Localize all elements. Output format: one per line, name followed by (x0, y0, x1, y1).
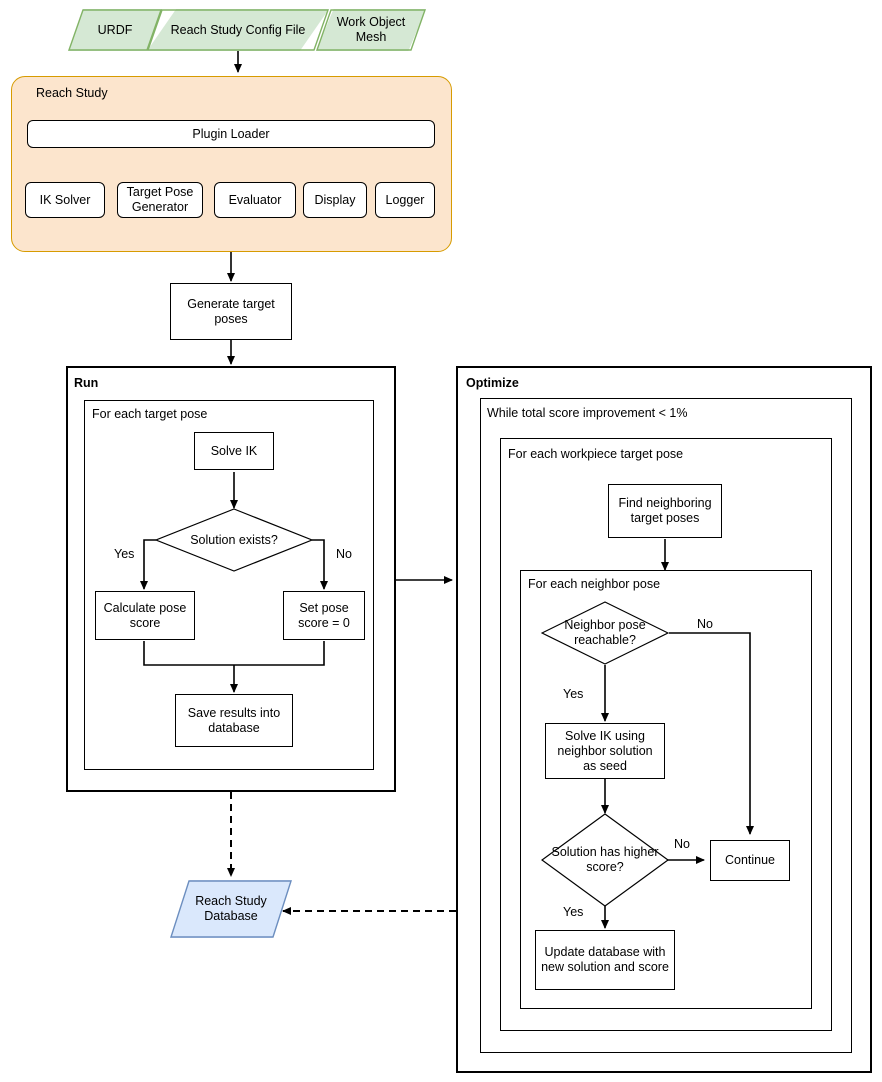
solve-ik-box[interactable]: Solve IK (194, 432, 274, 470)
solution-higher-score-yes-label: Yes (563, 905, 584, 919)
neighbor-reachable-label: Neighbor pose reachable? (564, 618, 646, 647)
solution-exists-diamond[interactable]: Solution exists? (155, 508, 313, 572)
plugin-ik-solver-label: IK Solver (39, 192, 91, 207)
reach-study-group-label: Reach Study (36, 86, 108, 100)
plugin-loader-label: Plugin Loader (192, 126, 270, 141)
generate-target-poses-label: Generate target poses (187, 296, 275, 326)
plugin-logger-label: Logger (385, 192, 425, 207)
neighbor-reachable-yes-label: Yes (563, 687, 584, 701)
find-neighboring-poses-label: Find neighboring target poses (618, 496, 712, 525)
solution-exists-yes-label: Yes (114, 547, 135, 561)
update-database-label: Update database with new solution and sc… (541, 945, 669, 974)
continue-label: Continue (724, 853, 776, 867)
solution-higher-score-diamond[interactable]: Solution has higher score? (541, 813, 669, 907)
reach-study-database-label: Reach Study Database (195, 894, 267, 923)
plugin-ik-solver[interactable]: IK Solver (25, 182, 105, 218)
plugin-target-pose-generator[interactable]: Target Pose Generator (117, 182, 203, 218)
calculate-pose-score-label: Calculate pose score (103, 600, 187, 630)
reach-study-database[interactable]: Reach Study Database (170, 880, 292, 938)
plugin-evaluator-label: Evaluator (228, 192, 282, 207)
optimize-workpiece-loop-label: For each workpiece target pose (508, 447, 684, 461)
calculate-pose-score-box[interactable]: Calculate pose score (95, 591, 195, 640)
solution-higher-score-label: Solution has higher score? (551, 845, 659, 874)
solution-exists-label: Solution exists? (190, 532, 278, 547)
set-pose-score-zero-box[interactable]: Set pose score = 0 (283, 591, 365, 640)
solve-ik-seed-label: Solve IK using neighbor solution as seed (557, 728, 653, 773)
input-urdf-label: URDF (97, 22, 133, 37)
plugin-display-label: Display (314, 192, 356, 207)
optimize-neighbor-loop-label: For each neighbor pose (528, 577, 661, 591)
neighbor-reachable-diamond[interactable]: Neighbor pose reachable? (541, 601, 669, 665)
optimize-while-label: While total score improvement < 1% (487, 406, 688, 420)
plugin-evaluator[interactable]: Evaluator (214, 182, 296, 218)
continue-box[interactable]: Continue (710, 840, 790, 881)
run-group-label: Run (74, 376, 99, 390)
plugin-loader-box[interactable]: Plugin Loader (27, 120, 435, 148)
solution-higher-score-no-label: No (674, 837, 690, 851)
update-database-box[interactable]: Update database with new solution and sc… (535, 930, 675, 990)
run-loop-label: For each target pose (92, 407, 208, 421)
plugin-target-pose-generator-label: Target Pose Generator (126, 185, 194, 214)
save-results-box[interactable]: Save results into database (175, 694, 293, 747)
generate-target-poses-box[interactable]: Generate target poses (170, 283, 292, 340)
flowchart-canvas: URDF Reach Study Config File Work Object… (0, 0, 882, 1082)
input-config-file-label: Reach Study Config File (170, 22, 306, 37)
solution-exists-no-label: No (336, 547, 352, 561)
set-pose-score-zero-label: Set pose score = 0 (298, 600, 350, 630)
save-results-label: Save results into database (187, 705, 281, 735)
plugin-logger[interactable]: Logger (375, 182, 435, 218)
solve-ik-seed-box[interactable]: Solve IK using neighbor solution as seed (545, 723, 665, 779)
input-config-file[interactable]: Reach Study Config File (147, 9, 329, 51)
neighbor-reachable-no-label: No (697, 617, 713, 631)
input-work-object-mesh-label: Work Object Mesh (336, 15, 406, 44)
plugin-display[interactable]: Display (303, 182, 367, 218)
optimize-group-label: Optimize (466, 376, 519, 390)
find-neighboring-poses-box[interactable]: Find neighboring target poses (608, 484, 722, 538)
input-work-object-mesh[interactable]: Work Object Mesh (316, 9, 426, 51)
solve-ik-label: Solve IK (210, 443, 258, 458)
reach-study-group (11, 76, 452, 252)
